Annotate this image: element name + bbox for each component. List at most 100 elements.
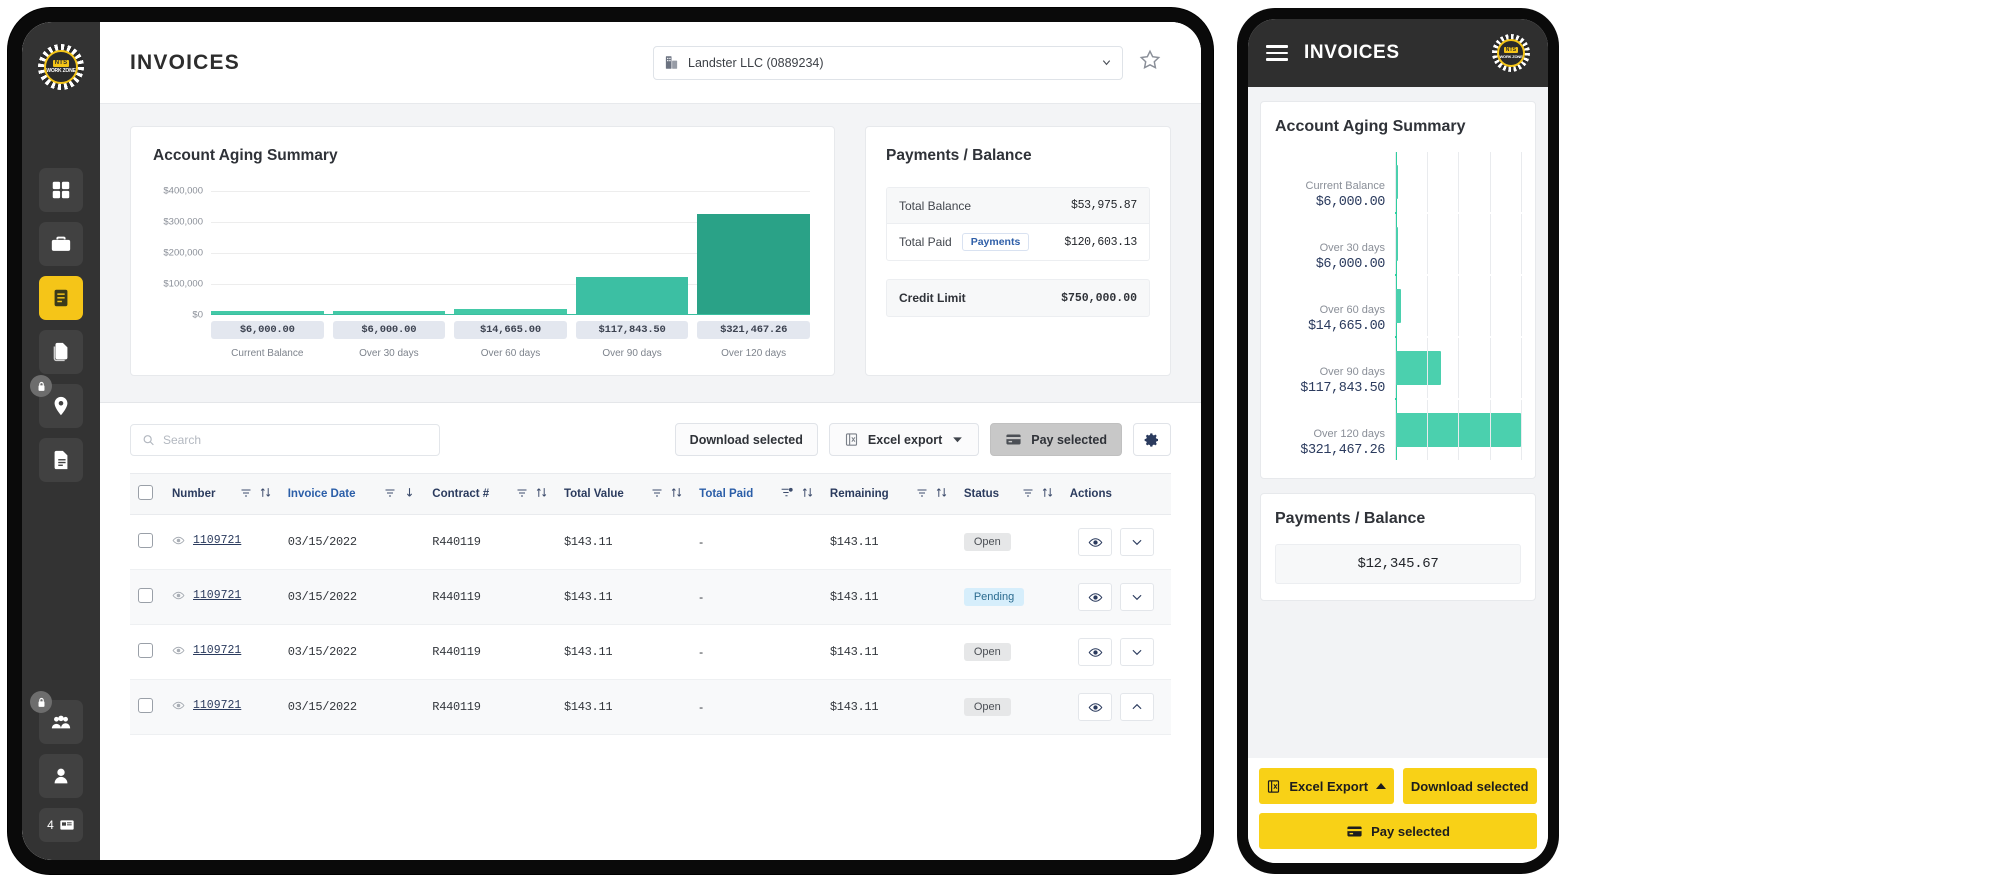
chart-bar[interactable] — [332, 311, 446, 314]
column-sort-button[interactable] — [1041, 486, 1054, 502]
expand-row-button[interactable] — [1120, 528, 1155, 556]
phone-download-selected-button[interactable]: Download selected — [1402, 768, 1537, 804]
chart-bar[interactable] — [211, 311, 324, 314]
sidebar-item-documents[interactable] — [39, 330, 83, 374]
row-select-cell — [130, 624, 164, 680]
phone-chart-label: Over 90 days $117,843.50 — [1275, 366, 1395, 398]
view-invoice-button[interactable] — [1078, 583, 1113, 611]
sidebar-item-invoices[interactable] — [39, 276, 83, 320]
search-input[interactable] — [162, 432, 428, 447]
column-filter-button[interactable] — [384, 487, 396, 502]
column-sort-button[interactable] — [535, 486, 548, 502]
chart-category-label: Over 120 days — [721, 348, 787, 359]
table-header-status[interactable]: Status — [955, 473, 1062, 515]
phone-chart-value: $6,000.00 — [1315, 257, 1386, 272]
phone-brand-logo[interactable]: NTS WORK ZONE — [1492, 34, 1530, 72]
expand-row-button[interactable] — [1120, 583, 1155, 611]
column-label: Status — [963, 488, 999, 500]
column-filter-button[interactable] — [240, 487, 252, 502]
column-filter-button[interactable] — [516, 487, 528, 502]
search-box[interactable] — [130, 423, 440, 456]
view-invoice-button[interactable] — [1078, 638, 1113, 666]
phone-action-bar: Excel Export Download selected Pay selec… — [1248, 758, 1548, 863]
column-filter-button[interactable] — [1022, 487, 1034, 502]
sidebar-news-counter[interactable]: 4 — [39, 808, 83, 842]
invoice-number-link[interactable]: 1109721 — [193, 589, 241, 602]
table-header-total-value[interactable]: Total Value — [555, 473, 692, 515]
tablet-screen: NTS WORK ZONE 4 INVOICES Landster LLC (0… — [22, 22, 1201, 860]
favorite-star-button[interactable] — [1139, 49, 1161, 76]
preview-eye-icon — [172, 646, 185, 655]
chart-label-cell: $6,000.00 Current Balance — [211, 321, 324, 359]
view-invoice-button[interactable] — [1078, 693, 1113, 721]
table-header-actions[interactable]: Actions — [1061, 473, 1171, 515]
phone-page-title: INVOICES — [1304, 42, 1400, 63]
column-sort-button[interactable] — [935, 486, 948, 502]
column-sort-button[interactable] — [403, 486, 416, 502]
chart-label-cell: $6,000.00 Over 30 days — [332, 321, 446, 359]
row-checkbox[interactable] — [138, 643, 153, 658]
phone-chart-bar[interactable] — [1395, 351, 1442, 385]
account-selector[interactable]: Landster LLC (0889234) — [653, 45, 1123, 80]
phone-chart-row: Over 30 days $6,000.00 — [1275, 214, 1522, 274]
chart-bar[interactable] — [697, 214, 810, 314]
sidebar-item-briefcase[interactable] — [39, 222, 83, 266]
table-header-remaining[interactable]: Remaining — [821, 473, 956, 515]
row-status-cell: Open — [955, 624, 1062, 680]
chart-y-tick: $0 — [192, 309, 203, 321]
column-sort-button[interactable] — [259, 486, 272, 502]
payments-link-button[interactable]: Payments — [961, 233, 1030, 251]
sidebar-item-reports[interactable] — [39, 438, 83, 482]
phone-chart-gridline — [1489, 338, 1491, 398]
expand-row-button[interactable] — [1120, 693, 1155, 721]
excel-export-button[interactable]: Excel export — [828, 423, 980, 456]
invoice-number-link[interactable]: 1109721 — [193, 534, 241, 547]
table-settings-button[interactable] — [1133, 423, 1171, 456]
toolbar-actions: Download selected Excel export Pay selec… — [674, 423, 1171, 456]
column-filter-button[interactable] — [780, 486, 794, 502]
table-row[interactable]: 1109721 03/15/2022 R440119 $143.11- $143.11 O… — [130, 679, 1171, 735]
hamburger-icon[interactable] — [1266, 45, 1288, 61]
expand-row-button[interactable] — [1120, 638, 1155, 666]
phone-chart-gridline — [1489, 400, 1491, 460]
table-row[interactable]: 1109721 03/15/2022 R440119 $143.11- $143.11 P… — [130, 569, 1171, 625]
column-sort-button[interactable] — [670, 486, 683, 502]
phone-device: INVOICES NTS WORK ZONE Account Aging Sum… — [1237, 8, 1559, 874]
chart-bar[interactable] — [454, 309, 567, 314]
row-contract-cell: R440119 — [424, 679, 556, 735]
phone-aging-chart: Current Balance $6,000.00 Over 30 days $6,0… — [1275, 152, 1522, 460]
account-aging-card: Account Aging Summary $400,000 $300,000 $2… — [130, 126, 835, 376]
table-header-total-paid[interactable]: Total Paid — [691, 473, 822, 515]
view-invoice-button[interactable] — [1078, 528, 1113, 556]
table-row[interactable]: 1109721 03/15/2022 R440119 $143.11- $143.11 O… — [130, 514, 1171, 570]
table-header-number[interactable]: Number — [164, 473, 280, 515]
phone-excel-export-button[interactable]: Excel Export — [1259, 768, 1394, 804]
pay-selected-button[interactable]: Pay selected — [990, 423, 1122, 456]
row-checkbox[interactable] — [138, 698, 153, 713]
row-checkbox[interactable] — [138, 588, 153, 603]
select-all-checkbox[interactable] — [138, 485, 153, 500]
column-sort-button[interactable] — [801, 486, 814, 502]
row-checkbox[interactable] — [138, 533, 153, 548]
phone-balance-value: $12,345.67 — [1275, 544, 1521, 584]
phone-chart-category: Over 60 days — [1319, 304, 1385, 316]
phone-pay-selected-button[interactable]: Pay selected — [1259, 813, 1537, 849]
column-filter-button[interactable] — [916, 487, 928, 502]
table-header-invoice-date[interactable]: Invoice Date — [279, 473, 425, 515]
sidebar-item-profile[interactable] — [39, 754, 83, 798]
sidebar-item-teams[interactable] — [30, 691, 83, 744]
payments-table: Total Balance $53,975.87 Total Paid Paym… — [886, 187, 1150, 261]
sidebar-item-dashboard[interactable] — [39, 168, 83, 212]
column-filter-button[interactable] — [651, 487, 663, 502]
invoice-number-link[interactable]: 1109721 — [193, 644, 241, 657]
table-header-contract[interactable]: Contract # — [424, 473, 556, 515]
row-actions-cell — [1061, 569, 1171, 625]
phone-download-label: Download selected — [1410, 778, 1529, 794]
chart-bar[interactable] — [575, 277, 689, 314]
download-selected-button[interactable]: Download selected — [674, 423, 818, 456]
eye-icon — [1088, 647, 1103, 657]
sidebar-item-locations[interactable] — [30, 375, 83, 428]
brand-logo[interactable]: NTS WORK ZONE — [38, 44, 84, 90]
invoice-number-link[interactable]: 1109721 — [193, 699, 241, 712]
table-row[interactable]: 1109721 03/15/2022 R440119 $143.11- $143.11 O… — [130, 624, 1171, 680]
